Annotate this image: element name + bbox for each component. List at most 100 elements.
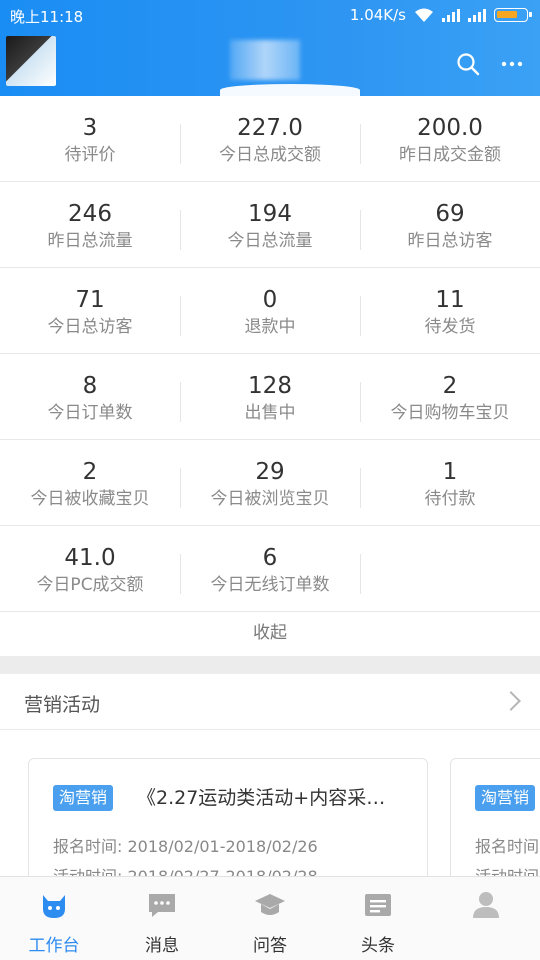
stat-cell[interactable]: 194 今日总流量: [180, 182, 360, 268]
stat-label: 待评价: [64, 145, 116, 165]
stat-value: 69: [435, 201, 465, 227]
nav-label: 工作台: [28, 936, 80, 956]
status-time: 晚上11:18: [10, 8, 84, 26]
stat-cell[interactable]: 71 今日总访客: [0, 268, 180, 354]
campaign-title: 《2.27运动类活动+内容采…: [137, 787, 386, 809]
battery-icon: [494, 8, 532, 22]
nav-qa[interactable]: 问答: [216, 877, 324, 960]
stat-label: 昨日成交金额: [399, 145, 501, 165]
stat-value: 3: [82, 115, 98, 141]
stat-cell[interactable]: 1 待付款: [360, 440, 540, 526]
app-header: 晚上11:18 1.04K/s: [0, 0, 540, 96]
stat-value: 8: [82, 373, 98, 399]
stat-cell[interactable]: 41.0 今日PC成交额: [0, 526, 180, 612]
stat-value: 246: [68, 201, 112, 227]
stat-label: 出售中: [244, 403, 296, 423]
wifi-icon: [415, 8, 433, 22]
shop-name[interactable]: [230, 40, 300, 80]
workbench-icon: [43, 895, 65, 918]
nav-headline[interactable]: 头条: [324, 877, 432, 960]
stat-value: 6: [262, 545, 278, 571]
stats-row: 71 今日总访客 0 退款中 11 待发货: [0, 268, 540, 354]
network-speed: 1.04K/s: [349, 6, 406, 24]
stat-label: 今日购物车宝贝: [390, 403, 510, 423]
marketing-section-header[interactable]: 营销活动: [0, 674, 540, 730]
stat-cell[interactable]: 128 出售中: [180, 354, 360, 440]
qa-icon: [255, 894, 285, 915]
stat-cell[interactable]: 29 今日被浏览宝贝: [180, 440, 360, 526]
nav-label: 消息: [145, 936, 179, 956]
campaign-tag: 淘营销: [475, 785, 536, 811]
headline-icon: [365, 894, 391, 916]
stat-cell[interactable]: 11 待发货: [360, 268, 540, 354]
activity-time: 活动时间: 2018/02/27-2018/02/28: [53, 863, 318, 876]
status-bar: 晚上11:18 1.04K/s: [0, 0, 540, 32]
stats-row: 41.0 今日PC成交额 6 今日无线订单数: [0, 526, 540, 612]
stat-label: 待发货: [424, 317, 476, 337]
stats-row: 3 待评价 227.0 今日总成交额 200.0 昨日成交金额: [0, 96, 540, 182]
stat-cell[interactable]: 8 今日订单数: [0, 354, 180, 440]
bottom-nav: 工作台 消息 问答 头条: [0, 876, 540, 960]
stat-label: 今日总访客: [47, 317, 133, 337]
stat-cell[interactable]: 6 今日无线订单数: [180, 526, 360, 612]
stat-label: 今日被浏览宝贝: [210, 489, 330, 509]
nav-workbench[interactable]: 工作台: [0, 877, 108, 960]
signup-time: 报名时间: 2018/02/01-2018/02/26: [53, 837, 318, 856]
stat-value: 11: [435, 287, 465, 313]
stat-value: 41.0: [64, 545, 116, 571]
stat-cell[interactable]: 0 退款中: [180, 268, 360, 354]
stat-value: 128: [248, 373, 292, 399]
stat-cell[interactable]: 69 昨日总访客: [360, 182, 540, 268]
campaign-tag: 淘营销: [53, 785, 114, 811]
stat-value: 200.0: [417, 115, 483, 141]
stat-label: 待付款: [424, 489, 476, 509]
add-stat-cell[interactable]: [360, 526, 540, 612]
more-icon[interactable]: [500, 52, 524, 76]
stat-value: 1: [442, 459, 458, 485]
stat-cell[interactable]: 3 待评价: [0, 96, 180, 182]
campaign-card[interactable]: 淘营销 报名时间: 活动时间:: [450, 758, 540, 876]
stat-value: 71: [75, 287, 105, 313]
stat-label: 昨日总访客: [407, 231, 493, 251]
campaign-card[interactable]: 淘营销 《2.27运动类活动+内容采… 报名时间: 2018/02/01-201…: [28, 758, 428, 876]
shop-name-underline: [220, 84, 360, 96]
chevron-right-icon: [501, 691, 521, 711]
stat-label: 今日总成交额: [219, 145, 321, 165]
stat-cell[interactable]: 2 今日被收藏宝贝: [0, 440, 180, 526]
stat-label: 昨日总流量: [47, 231, 133, 251]
stat-cell[interactable]: 200.0 昨日成交金额: [360, 96, 540, 182]
message-icon: [149, 894, 175, 917]
nav-label: 问答: [253, 936, 287, 956]
profile-icon: [473, 892, 499, 918]
activity-time: 活动时间:: [475, 863, 540, 876]
stat-label: 今日无线订单数: [210, 575, 330, 595]
nav-profile[interactable]: [432, 877, 540, 960]
signal-icon: [468, 8, 486, 22]
search-icon[interactable]: [456, 52, 480, 76]
stat-value: 0: [262, 287, 278, 313]
collapse-button[interactable]: 收起: [0, 612, 540, 656]
nav-label: 头条: [361, 936, 395, 956]
shop-avatar[interactable]: [6, 36, 56, 86]
stats-row: 8 今日订单数 128 出售中 2 今日购物车宝贝: [0, 354, 540, 440]
stats-panel: 3 待评价 227.0 今日总成交额 200.0 昨日成交金额 246 昨日总流量 19…: [0, 96, 540, 656]
stat-value: 194: [248, 201, 292, 227]
stat-value: 2: [82, 459, 98, 485]
stat-value: 29: [255, 459, 285, 485]
stat-value: 2: [442, 373, 458, 399]
section-title: 营销活动: [24, 694, 101, 716]
stat-cell[interactable]: 246 昨日总流量: [0, 182, 180, 268]
stat-cell[interactable]: 2 今日购物车宝贝: [360, 354, 540, 440]
nav-message[interactable]: 消息: [108, 877, 216, 960]
signup-time: 报名时间:: [475, 837, 540, 856]
marketing-carousel: 淘营销 《2.27运动类活动+内容采… 报名时间: 2018/02/01-201…: [0, 730, 540, 876]
stat-label: 今日被收藏宝贝: [30, 489, 150, 509]
stat-label: 退款中: [244, 317, 296, 337]
stats-row: 246 昨日总流量 194 今日总流量 69 昨日总访客: [0, 182, 540, 268]
stat-label: 今日订单数: [47, 403, 133, 423]
stat-label: 今日PC成交额: [36, 575, 144, 595]
stat-value: 227.0: [237, 115, 303, 141]
stat-cell[interactable]: 227.0 今日总成交额: [180, 96, 360, 182]
stat-label: 今日总流量: [227, 231, 313, 251]
signal-icon: [442, 8, 460, 22]
